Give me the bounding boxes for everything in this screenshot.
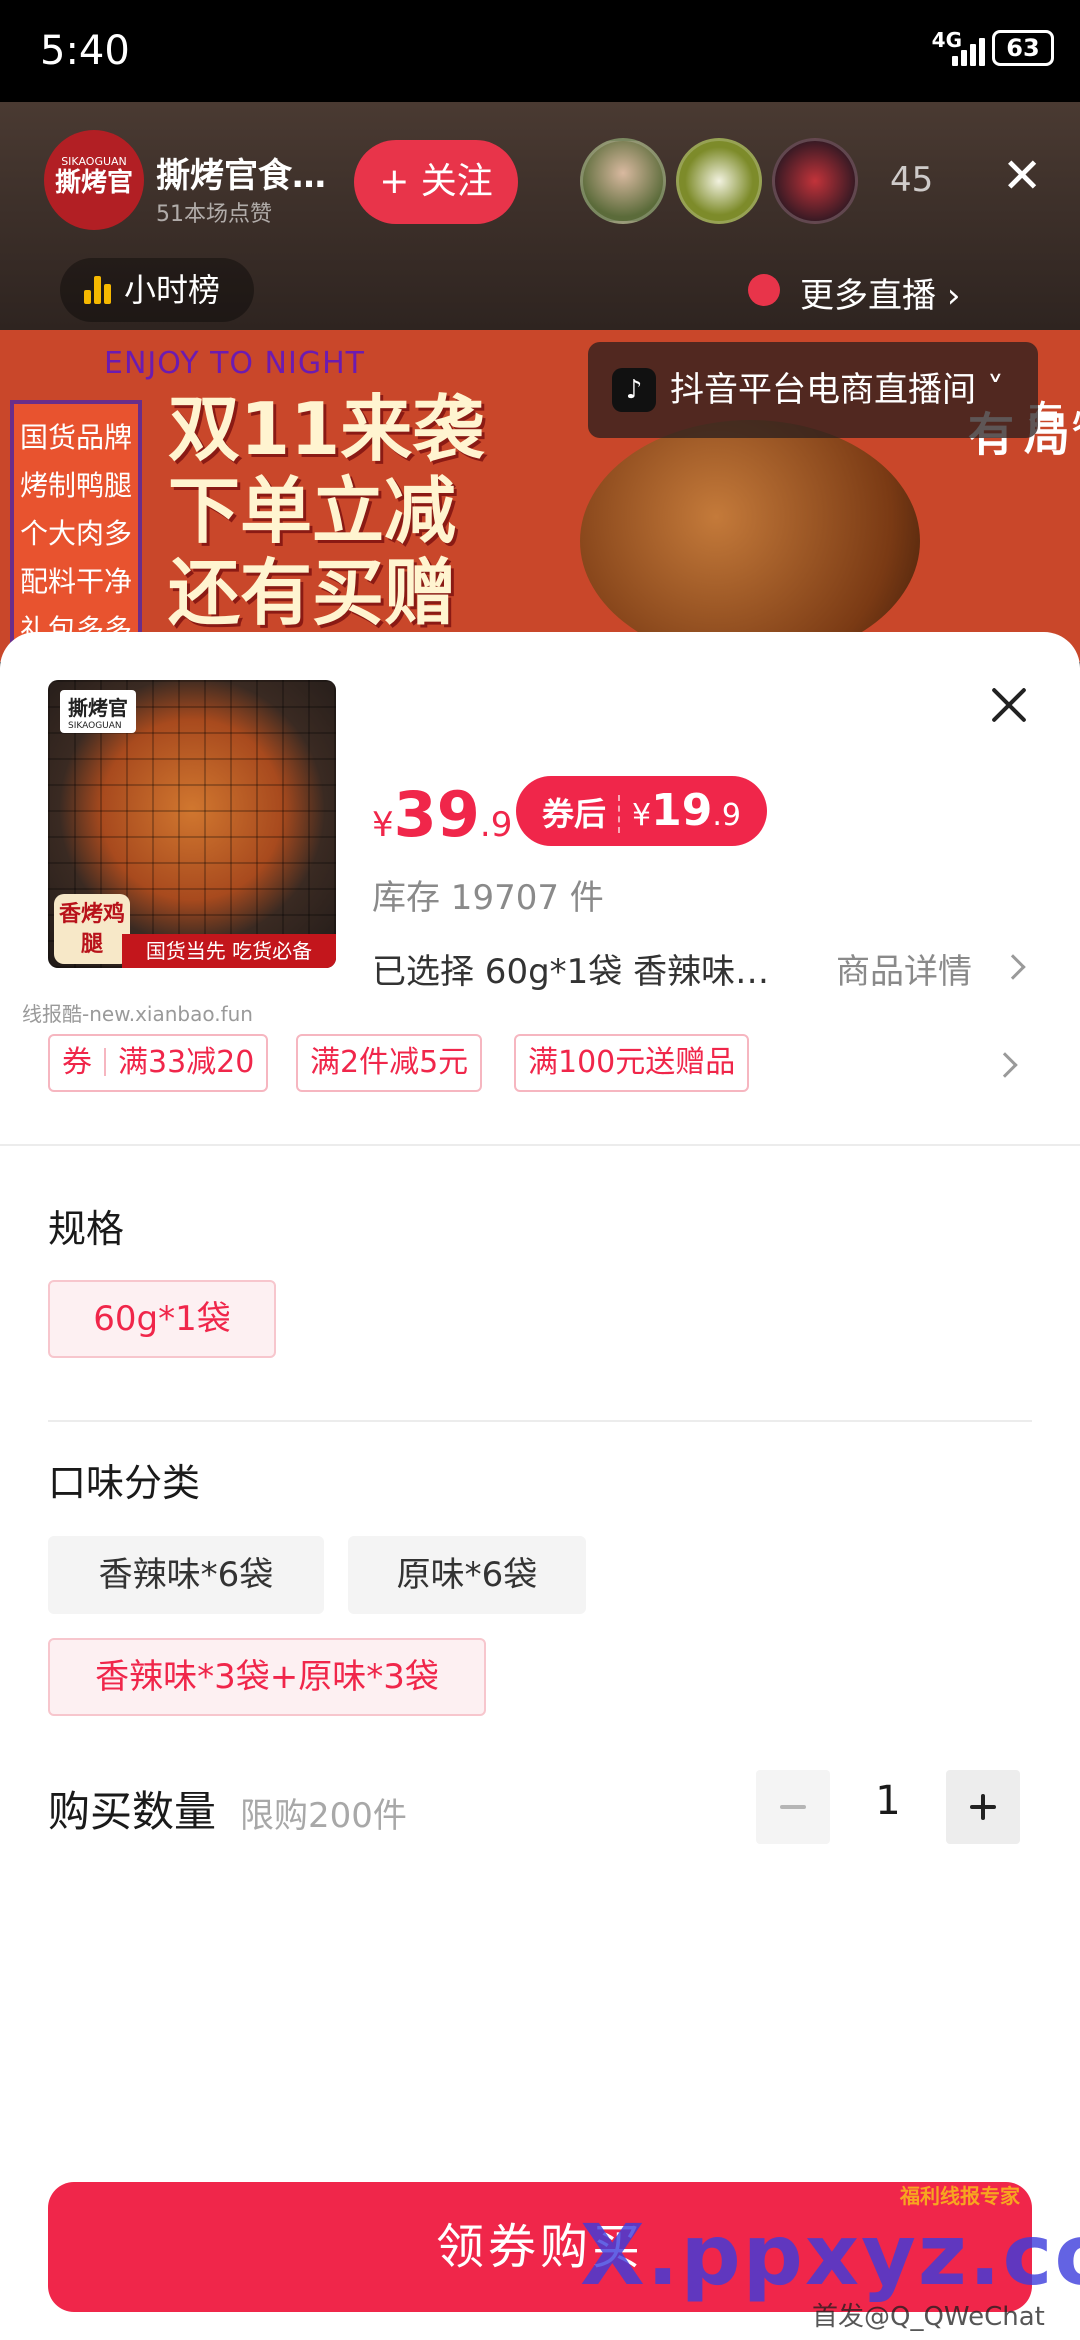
promos-more-chevron-icon[interactable] bbox=[992, 1052, 1018, 1078]
quantity-decrease-button[interactable] bbox=[756, 1770, 830, 1844]
after-coupon-integer: 19 bbox=[651, 785, 713, 836]
chevron-down-icon: ˅ bbox=[986, 370, 1004, 410]
coupon-tag-label: 券 bbox=[62, 1045, 92, 1080]
viewer-count[interactable]: 45 bbox=[890, 160, 933, 200]
coupon-tag-divider bbox=[104, 1048, 106, 1076]
hourly-rank-button[interactable]: 小时榜 bbox=[60, 258, 254, 322]
chevron-right-icon: › bbox=[946, 276, 961, 316]
product-banner: 国货当先 吃货必备 bbox=[122, 934, 336, 968]
rank-bars-icon bbox=[84, 276, 114, 304]
viewer-avatar[interactable] bbox=[676, 138, 762, 224]
quantity-value[interactable]: 1 bbox=[830, 1778, 946, 1824]
quantity-increase-button[interactable] bbox=[946, 1770, 1020, 1844]
brand-logo-text: 撕烤官 bbox=[68, 696, 128, 720]
platform-label: 抖音平台电商直播间 bbox=[670, 370, 976, 410]
flavor-option[interactable]: 香辣味*3袋+原味*3袋 bbox=[48, 1638, 486, 1716]
spec-title: 规格 bbox=[48, 1207, 125, 1251]
coupon-tag[interactable]: 券满33减20 bbox=[48, 1034, 269, 1092]
chevron-right-icon bbox=[1000, 954, 1026, 980]
quantity-title: 购买数量 bbox=[48, 1787, 217, 1836]
flavor-title: 口味分类 bbox=[48, 1461, 201, 1505]
close-live-icon[interactable]: ✕ bbox=[1002, 152, 1042, 200]
douyin-icon: ♪ bbox=[612, 368, 656, 412]
watermark-badge: 福利线报专家 bbox=[900, 2184, 1020, 2208]
watermark-footer: 首发@Q_QWeChat bbox=[812, 2302, 1045, 2332]
poster-headline-line: 双11来袭 bbox=[168, 387, 485, 471]
host-name[interactable]: 撕烤官食… bbox=[156, 148, 356, 197]
host-avatar-text: 撕烤官 bbox=[54, 168, 133, 198]
more-live-label: 更多直播 bbox=[800, 276, 936, 316]
status-bar: 5:40 4G 63 bbox=[0, 0, 1080, 102]
follow-button[interactable]: + 关注 bbox=[354, 140, 518, 224]
quantity-limit: 限购200件 bbox=[240, 1796, 407, 1836]
after-coupon-currency: ¥ bbox=[632, 798, 652, 833]
flavor-option[interactable]: 原味*6袋 bbox=[348, 1536, 586, 1614]
poster-headline-line: 下单立减 bbox=[168, 469, 457, 553]
live-dot-icon bbox=[748, 274, 780, 306]
product-price: ¥39.9 bbox=[372, 778, 512, 851]
signal-icon bbox=[948, 34, 988, 66]
poster-side-line: 国货品牌 bbox=[20, 421, 133, 454]
divider bbox=[48, 1420, 1032, 1422]
divider bbox=[0, 1144, 1080, 1146]
promo-tag[interactable]: 满100元送赠品 bbox=[514, 1034, 750, 1092]
spec-option[interactable]: 60g*1袋 bbox=[48, 1280, 276, 1358]
host-info[interactable]: SIKAOGUAN 撕烤官 撕烤官食… 51本场点赞 + 关注 bbox=[44, 130, 532, 234]
viewer-avatar[interactable] bbox=[772, 138, 858, 224]
poster-enjoy-text: ENJOY TO NIGHT bbox=[104, 346, 365, 381]
after-coupon-label: 券后 bbox=[542, 795, 621, 833]
stock-count: 库存 19707 件 bbox=[372, 878, 604, 918]
poster-headline: 双11来袭 下单立减 还有买赠 bbox=[168, 388, 484, 634]
source-watermark: 线报酷-new.xianbao.fun bbox=[22, 1002, 253, 1026]
price-integer: 39 bbox=[393, 778, 480, 851]
product-image[interactable]: 撕烤官 SIKAOGUAN 香烤鸡腿 国货当先 吃货必备 bbox=[48, 680, 336, 968]
platform-live-label[interactable]: ♪ 抖音平台电商直播间 ˅ bbox=[588, 342, 1038, 438]
poster-side-line: 个大肉多 bbox=[20, 517, 133, 550]
host-avatar[interactable]: SIKAOGUAN 撕烤官 bbox=[44, 130, 144, 230]
poster-side-line: 烤制鸭腿 bbox=[20, 469, 133, 502]
after-coupon-decimal: .9 bbox=[712, 798, 741, 833]
product-detail-link[interactable]: 商品详情 bbox=[836, 944, 1026, 993]
host-likes: 51本场点赞 bbox=[156, 202, 272, 227]
after-coupon-price: 券后 ¥19.9 bbox=[516, 776, 767, 846]
more-live-button[interactable]: 更多直播 › bbox=[748, 268, 961, 317]
price-currency: ¥ bbox=[372, 805, 394, 845]
product-sheet: 撕烤官 SIKAOGUAN 香烤鸡腿 国货当先 吃货必备 ¥39.9 券后 ¥19… bbox=[0, 632, 1080, 2340]
watermark-text: X.ppxyz.com bbox=[580, 2206, 1080, 2304]
poster-headline-line: 还有买赠 bbox=[168, 551, 457, 635]
flavor-option[interactable]: 香辣味*6袋 bbox=[48, 1536, 324, 1614]
product-badge: 香烤鸡腿 bbox=[54, 894, 130, 964]
roast-duck-image bbox=[580, 420, 920, 662]
hourly-rank-label: 小时榜 bbox=[124, 271, 221, 309]
viewer-avatar[interactable] bbox=[580, 138, 666, 224]
close-sheet-icon[interactable] bbox=[988, 684, 1030, 726]
poster-side-box: 国货品牌 烤制鸭腿 个大肉多 配料干净 礼包多多 bbox=[10, 400, 142, 662]
brand-logo: 撕烤官 SIKAOGUAN bbox=[60, 690, 136, 733]
product-detail-label: 商品详情 bbox=[836, 952, 972, 992]
brand-logo-sub: SIKAOGUAN bbox=[68, 721, 122, 731]
coupon-tag-text: 满33减20 bbox=[118, 1045, 255, 1080]
battery-icon: 63 bbox=[992, 30, 1054, 66]
selected-summary: 已选择 60g*1袋 香辣味… bbox=[372, 952, 770, 992]
live-stream-view: SIKAOGUAN 撕烤官 撕烤官食… 51本场点赞 + 关注 45 ✕ 小时榜… bbox=[0, 102, 1080, 662]
price-decimal: .9 bbox=[479, 805, 513, 845]
status-time: 5:40 bbox=[40, 28, 130, 74]
promo-tag[interactable]: 满2件减5元 bbox=[296, 1034, 483, 1092]
poster-side-line: 配料干净 bbox=[20, 565, 133, 598]
host-avatar-sub: SIKAOGUAN bbox=[61, 155, 127, 168]
